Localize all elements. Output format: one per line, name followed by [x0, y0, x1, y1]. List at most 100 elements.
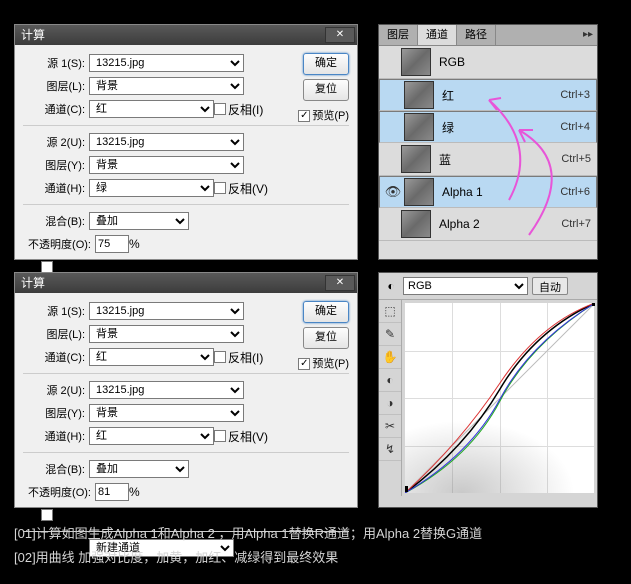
channel-thumb [404, 178, 434, 206]
src2-file-select[interactable]: 13215.jpg [89, 133, 244, 151]
visibility-icon[interactable]: 👁 [382, 184, 404, 200]
panel-menu-icon[interactable]: ▸▸ [583, 29, 593, 40]
opacity-input[interactable] [95, 235, 129, 253]
curves-panel: ◐ RGB 自动 ⬚ ✎ ✋ ◐ ◑ ✂ ↯ [378, 272, 598, 508]
divider [23, 373, 349, 374]
src1-layer-select[interactable]: 背景 [89, 325, 244, 343]
src1-label: 源 1(S): [23, 303, 85, 319]
ok-button[interactable]: 确定 [303, 301, 349, 323]
tab-channels[interactable]: 通道 [418, 25, 457, 45]
preview-label: 预览(P) [312, 358, 349, 370]
reset-button[interactable]: 复位 [303, 327, 349, 349]
divider [23, 452, 349, 453]
panel-tabbar: 图层 通道 路径 ▸▸ [379, 25, 597, 46]
channel-row-alpha2[interactable]: Alpha 2Ctrl+7 [379, 208, 597, 241]
channel-thumb [401, 48, 431, 76]
preview-label: 预览(P) [312, 110, 349, 122]
pct-label: % [129, 485, 140, 499]
src1-layer-select[interactable]: 背景 [89, 77, 244, 95]
channel-list: RGB 红Ctrl+3 绿Ctrl+4 蓝Ctrl+5 👁Alpha 1Ctrl… [379, 46, 597, 241]
tool-hand-icon[interactable]: ✋ [379, 346, 401, 369]
opacity-label: 不透明度(O): [23, 236, 91, 252]
tab-layers[interactable]: 图层 [379, 25, 418, 45]
src1-invert-checkbox[interactable] [214, 103, 226, 115]
src2-channel-select[interactable]: 红 [89, 427, 214, 445]
src2-channel-select[interactable]: 绿 [89, 179, 214, 197]
reset-button[interactable]: 复位 [303, 79, 349, 101]
src2-invert-checkbox[interactable] [214, 430, 226, 442]
blend-label: 混合(B): [23, 461, 85, 477]
dialog-title: 计算 [21, 276, 45, 290]
channel-row-green[interactable]: 绿Ctrl+4 [379, 111, 597, 143]
opacity-label: 不透明度(O): [23, 484, 91, 500]
src1-invert-label: 反相(I) [228, 101, 263, 118]
opacity-input[interactable] [95, 483, 129, 501]
src1-label: 源 1(S): [23, 55, 85, 71]
preview-checkbox[interactable] [298, 358, 310, 370]
src2-channel-label: 通道(H): [23, 180, 85, 196]
blend-mode-select[interactable]: 叠加 [89, 212, 189, 230]
src2-layer-select[interactable]: 背景 [89, 404, 244, 422]
src2-invert-checkbox[interactable] [214, 182, 226, 194]
mask-checkbox[interactable] [41, 509, 53, 521]
src2-channel-label: 通道(H): [23, 428, 85, 444]
channel-row-blue[interactable]: 蓝Ctrl+5 [379, 143, 597, 176]
tool-sample-black-icon[interactable]: ◐ [379, 369, 401, 392]
src1-file-select[interactable]: 13215.jpg [89, 54, 244, 72]
channel-thumb [401, 145, 431, 173]
calc-dialog-1: 计算 ✕ 确定 复位 预览(P) 源 1(S):13215.jpg 图层(L):… [14, 24, 358, 260]
src2-layer-label: 图层(Y): [23, 405, 85, 421]
tab-paths[interactable]: 路径 [457, 25, 496, 45]
curves-plot [405, 303, 595, 493]
divider [23, 204, 349, 205]
src2-layer-label: 图层(Y): [23, 157, 85, 173]
channels-panel: 图层 通道 路径 ▸▸ RGB 红Ctrl+3 绿Ctrl+4 蓝Ctrl+5 … [378, 24, 598, 260]
tool-clip-icon[interactable]: ✂ [379, 415, 401, 438]
tool-point-icon[interactable]: ⬚ [379, 300, 401, 323]
curves-graph[interactable] [405, 303, 594, 493]
src1-invert-label: 反相(I) [228, 349, 263, 366]
src1-invert-checkbox[interactable] [214, 351, 226, 363]
src2-label: 源 2(U): [23, 134, 85, 150]
src1-layer-label: 图层(L): [23, 326, 85, 342]
curves-auto-button[interactable]: 自动 [532, 277, 568, 295]
caption-line-2: [02]用曲线 加强对比度，加黄，加红、减绿得到最终效果 [14, 548, 338, 568]
src2-invert-label: 反相(V) [228, 180, 268, 197]
channel-thumb [404, 113, 434, 141]
src2-file-select[interactable]: 13215.jpg [89, 381, 244, 399]
src1-layer-label: 图层(L): [23, 78, 85, 94]
curves-channel-select[interactable]: RGB [403, 277, 528, 295]
channel-thumb [401, 210, 431, 238]
channel-thumb [404, 81, 434, 109]
divider [23, 125, 349, 126]
src2-invert-label: 反相(V) [228, 428, 268, 445]
curves-toolbar: ⬚ ✎ ✋ ◐ ◑ ✂ ↯ [379, 300, 402, 496]
channel-row-red[interactable]: 红Ctrl+3 [379, 79, 597, 111]
tool-pencil-icon[interactable]: ✎ [379, 323, 401, 346]
close-icon[interactable]: ✕ [325, 27, 355, 43]
mask-label: 蒙版(K)... [55, 507, 105, 524]
src1-channel-select[interactable]: 红 [89, 348, 214, 366]
tool-reset-icon[interactable]: ↯ [379, 438, 401, 461]
dialog-titlebar[interactable]: 计算 ✕ [15, 273, 357, 293]
ok-button[interactable]: 确定 [303, 53, 349, 75]
src1-channel-label: 通道(C): [23, 101, 85, 117]
src1-channel-label: 通道(C): [23, 349, 85, 365]
src1-channel-select[interactable]: 红 [89, 100, 214, 118]
src2-label: 源 2(U): [23, 382, 85, 398]
close-icon[interactable]: ✕ [325, 275, 355, 291]
preview-checkbox[interactable] [298, 110, 310, 122]
src1-file-select[interactable]: 13215.jpg [89, 302, 244, 320]
curves-icon: ◐ [383, 279, 399, 293]
channel-row-alpha1[interactable]: 👁Alpha 1Ctrl+6 [379, 176, 597, 208]
blend-mode-select[interactable]: 叠加 [89, 460, 189, 478]
caption-line-1: [01]计算如图生成Alpha 1和Alpha 2 ，用Alpha 1替换R通道… [14, 524, 482, 544]
pct-label: % [129, 237, 140, 251]
tool-sample-white-icon[interactable]: ◑ [379, 392, 401, 415]
src2-layer-select[interactable]: 背景 [89, 156, 244, 174]
dialog-titlebar[interactable]: 计算 ✕ [15, 25, 357, 45]
dialog-title: 计算 [21, 28, 45, 42]
calc-dialog-2: 计算 ✕ 确定 复位 预览(P) 源 1(S):13215.jpg 图层(L):… [14, 272, 358, 508]
channel-row-rgb[interactable]: RGB [379, 46, 597, 79]
blend-label: 混合(B): [23, 213, 85, 229]
